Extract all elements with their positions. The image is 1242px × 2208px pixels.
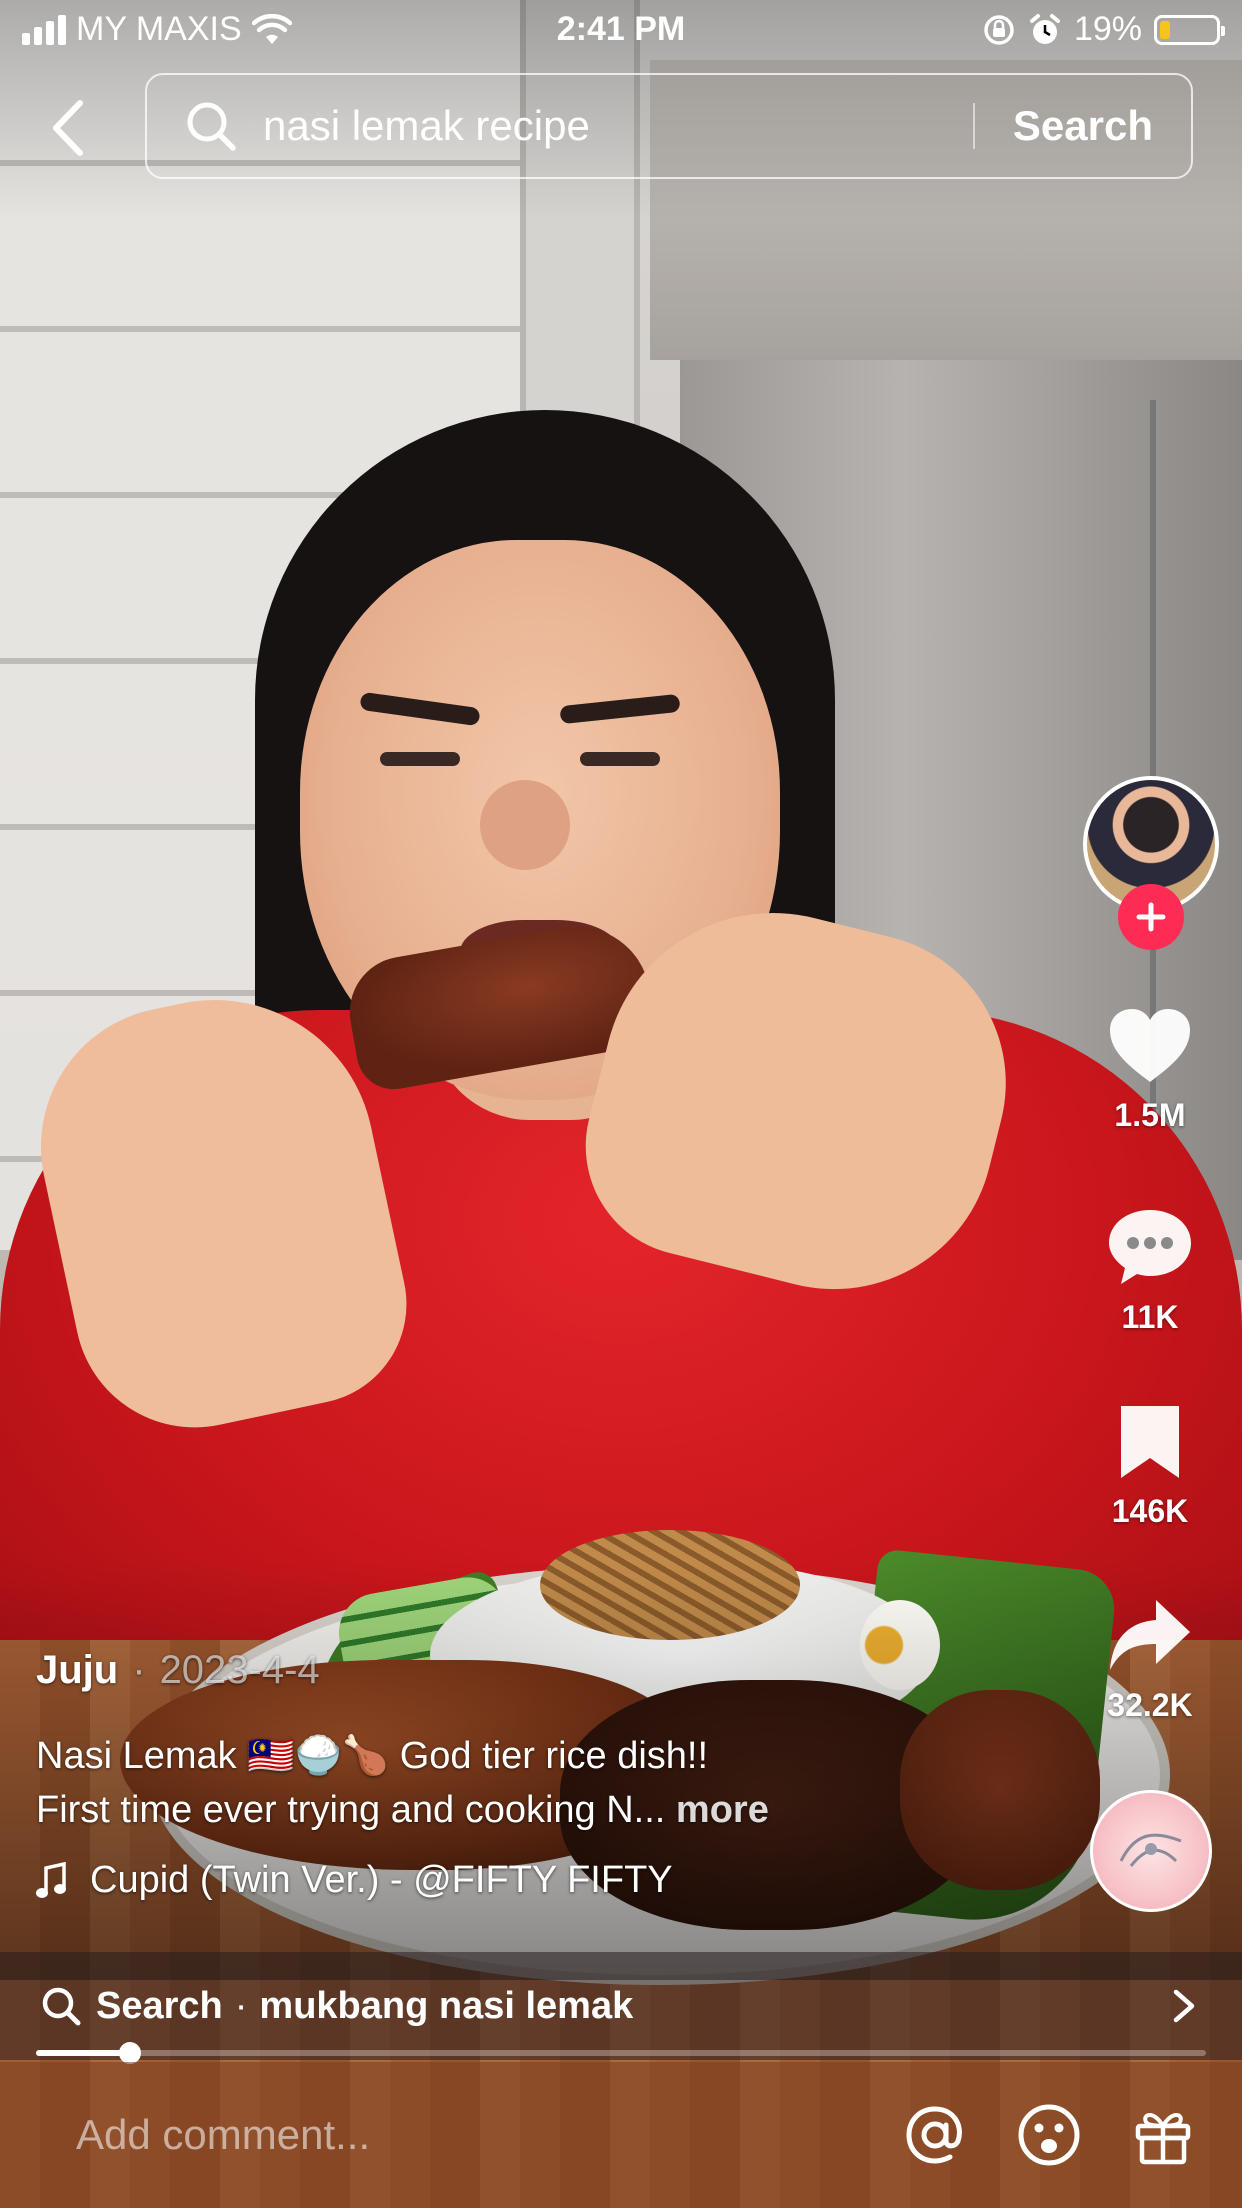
post-date-separator: ·	[132, 1648, 146, 1692]
save-button[interactable]: 146K	[1080, 1402, 1220, 1530]
comment-input[interactable]: Add comment...	[76, 2111, 900, 2159]
chevron-right-icon	[1173, 1989, 1195, 2023]
person-nose	[480, 780, 570, 870]
playback-progress-fill	[36, 2050, 130, 2056]
music-disc[interactable]	[1090, 1790, 1212, 1912]
post-date: 2023-4-4	[159, 1648, 320, 1692]
battery-icon	[1154, 14, 1225, 45]
description-text: First time ever trying and cooking N...	[36, 1789, 666, 1831]
follow-button[interactable]	[1118, 884, 1184, 950]
bookmark-icon	[1121, 1406, 1179, 1478]
comment-count: 11K	[1121, 1299, 1179, 1335]
music-info[interactable]: Cupid (Twin Ver.) - @FIFTY FIFTY	[36, 1859, 1036, 1902]
heart-icon	[1110, 1009, 1190, 1082]
emoji-button[interactable]	[1014, 2100, 1084, 2170]
playback-progress-bar[interactable]	[36, 2042, 1206, 2064]
music-title: Cupid (Twin Ver.) - @FIFTY FIFTY	[90, 1859, 673, 1901]
save-count: 146K	[1111, 1493, 1189, 1529]
comment-bubble-icon	[1109, 1210, 1191, 1284]
share-count: 32.2K	[1107, 1687, 1193, 1723]
related-search-separator: ·	[234, 1984, 248, 2027]
search-bar[interactable]: nasi lemak recipe Search	[145, 73, 1193, 179]
rotation-lock-icon	[984, 14, 1014, 45]
post-description[interactable]: Nasi Lemak 🇲🇾🍚🍗 God tier rice dish!! Fir…	[36, 1729, 1036, 1837]
share-arrow-icon	[1110, 1600, 1190, 1670]
related-search-term: mukbang nasi lemak	[259, 1984, 634, 2027]
like-button[interactable]: 1.5M	[1080, 1006, 1220, 1134]
comment-bar: Add comment...	[0, 2062, 1242, 2208]
back-button[interactable]	[36, 92, 100, 164]
more-link[interactable]: more	[676, 1789, 769, 1831]
related-search-bar[interactable]: Search · mukbang nasi lemak	[0, 1952, 1242, 2060]
smiley-face-icon	[1018, 2104, 1080, 2166]
status-bar: MY MAXIS 2:41 PM 19%	[0, 0, 1242, 64]
mention-button[interactable]	[900, 2100, 970, 2170]
person-eye	[380, 752, 460, 766]
playback-scrubber-handle[interactable]	[118, 2042, 141, 2064]
search-icon	[187, 102, 236, 151]
comment-button[interactable]: 11K	[1080, 1206, 1220, 1336]
description-line-1: Nasi Lemak 🇲🇾🍚🍗 God tier rice dish!!	[36, 1735, 709, 1777]
description-line-2: First time ever trying and cooking N... …	[36, 1783, 1036, 1837]
at-sign-icon	[906, 2106, 962, 2164]
search-input[interactable]: nasi lemak recipe	[263, 102, 973, 150]
post-caption: Juju · 2023-4-4 Nasi Lemak 🇲🇾🍚🍗 God tier…	[36, 1648, 1036, 1902]
album-art-icon	[1119, 1833, 1182, 1867]
related-search-label: Search	[96, 1984, 223, 2027]
gift-icon	[1135, 2113, 1191, 2165]
battery-level-fill	[1160, 20, 1171, 39]
person-eye	[580, 752, 660, 766]
chevron-left-icon	[53, 100, 83, 156]
music-note-icon	[36, 1861, 66, 1898]
search-icon	[42, 1987, 81, 2026]
plus-icon	[1136, 902, 1166, 932]
alarm-icon	[1029, 13, 1060, 44]
share-button[interactable]: 32.2K	[1080, 1596, 1220, 1724]
gift-button[interactable]	[1128, 2100, 1198, 2170]
search-button[interactable]: Search	[975, 102, 1191, 150]
battery-percent: 19%	[1073, 10, 1142, 48]
author-name[interactable]: Juju	[36, 1648, 118, 1693]
like-count: 1.5M	[1114, 1097, 1186, 1133]
